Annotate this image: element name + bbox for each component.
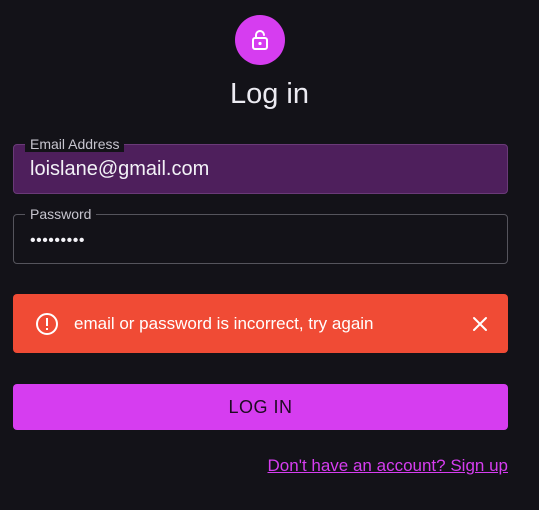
password-field[interactable]: Password ••••••••• xyxy=(13,206,508,265)
avatar xyxy=(235,15,285,65)
page-title: Log in xyxy=(229,78,309,110)
error-alert: email or password is incorrect, try agai… xyxy=(13,294,508,353)
login-page: Log in Email Address loislane@gmail.com … xyxy=(0,0,539,510)
login-button[interactable]: LOG IN xyxy=(13,384,508,430)
error-outline-icon xyxy=(36,313,58,335)
lock-open-icon xyxy=(252,30,268,50)
email-field[interactable]: Email Address loislane@gmail.com xyxy=(13,136,508,194)
signup-link[interactable]: Don't have an account? Sign up xyxy=(268,455,508,477)
close-icon[interactable] xyxy=(470,314,490,334)
email-input[interactable]: loislane@gmail.com xyxy=(30,145,209,193)
alert-message: email or password is incorrect, try agai… xyxy=(74,314,374,333)
password-input[interactable]: ••••••••• xyxy=(30,217,85,265)
